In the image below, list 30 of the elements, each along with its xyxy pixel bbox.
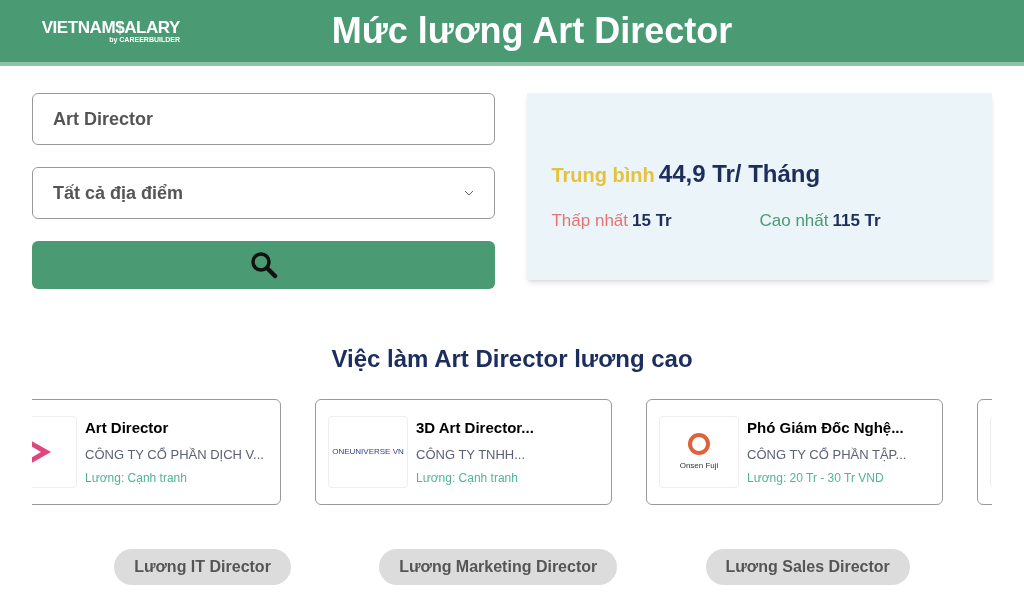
average-value: 44,9 Tr/ Tháng — [658, 158, 821, 189]
company-name: CÔNG TY TNHH... — [416, 446, 527, 464]
salary-text: Lương: Cạnh tranh — [416, 470, 519, 487]
average-label: Trung bình — [551, 162, 655, 188]
related-salary-link[interactable]: Lương Marketing Director — [379, 549, 618, 585]
min-value: 15 Tr — [632, 209, 672, 232]
max-label: Cao nhất — [759, 209, 829, 232]
job-title: 3D Art Director... — [416, 418, 534, 438]
salary-text: Lương: 20 Tr - 30 Tr VND — [747, 470, 885, 487]
company-name: CÔNG TY CỔ PHẦN TẬP... — [747, 446, 907, 464]
ring-logo-icon — [687, 432, 711, 456]
related-salary-link[interactable]: Lương IT Director — [114, 549, 291, 585]
keyword-field[interactable]: Art Director — [32, 93, 496, 145]
job-card[interactable]: ONEUNIVERSE VN 3D Art Director... CÔNG TY TNHH... Lương: Cạnh tranh — [315, 399, 612, 505]
job-card[interactable]: Onsen Fuji Phó Giám Đốc Nghệ... CÔNG TY CỔ PHẦN TẬP... Lương: 20 Tr - 30 Tr VND — [646, 399, 943, 505]
related-salary-link[interactable]: Lương Sales Director — [705, 549, 910, 585]
location-dropdown[interactable]: Tất cả địa điểm — [32, 167, 496, 219]
min-label: Thấp nhất — [551, 209, 629, 232]
job-title: Art Director — [85, 418, 170, 438]
chevron-icon — [464, 190, 475, 196]
salary-text: Lương: Cạnh tranh — [85, 470, 188, 487]
company-logo-text: ONEUNIVERSE VN — [332, 446, 404, 458]
company-name: CÔNG TY CỔ PHẦN DỊCH V... — [85, 446, 264, 464]
section-heading: Việc làm Art Director lương cao — [330, 344, 694, 374]
search-icon — [249, 251, 278, 279]
company-logo-text: Onsen Fuji — [679, 460, 719, 472]
max-value: 115 Tr — [832, 209, 881, 232]
page-title: Mức lương Art Director — [330, 9, 734, 53]
job-card[interactable]: Art Director CÔNG TY CỔ PHẦN DỊCH V... Lương: Cạnh tranh — [32, 399, 281, 505]
job-title: Phó Giám Đốc Nghệ... — [747, 418, 905, 438]
